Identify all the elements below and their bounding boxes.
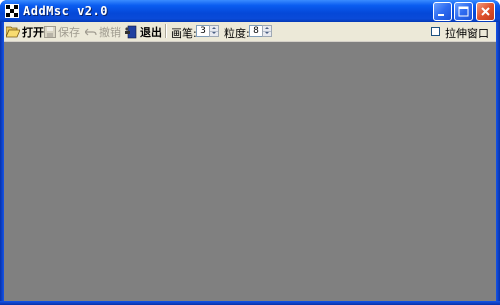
app-grid-icon <box>5 4 19 18</box>
exit-button[interactable]: 退出 <box>125 23 162 40</box>
window-frame-bottom <box>0 301 500 305</box>
maximize-button[interactable] <box>454 2 473 21</box>
minimize-button[interactable] <box>433 2 452 21</box>
save-button[interactable]: 保存 <box>44 23 80 40</box>
brush-label: 画笔: <box>171 27 197 40</box>
save-disk-icon <box>44 25 56 38</box>
granularity-spinner[interactable] <box>262 25 272 37</box>
granularity-spin-down-button[interactable] <box>263 31 271 36</box>
undo-arrow-icon <box>85 28 97 35</box>
client-area: 打开 保存 撤销 退出 画笔: 3 粒度: 8 拉伸窗口 <box>4 22 496 301</box>
granularity-input[interactable]: 8 <box>249 25 263 37</box>
close-button[interactable] <box>476 2 495 21</box>
save-label: 保存 <box>58 25 80 39</box>
exit-label: 退出 <box>140 25 162 39</box>
stretch-window-checkbox[interactable] <box>431 27 440 36</box>
folder-open-icon <box>6 26 20 38</box>
undo-button[interactable]: 撤销 <box>85 23 121 40</box>
maximize-icon <box>458 6 469 17</box>
title-bar[interactable]: AddMsc v2.0 <box>0 0 500 22</box>
brush-size-input[interactable]: 3 <box>196 25 210 37</box>
spin-up-icon <box>265 27 269 29</box>
open-label: 打开 <box>22 25 44 39</box>
spin-down-icon <box>265 32 269 34</box>
app-window: AddMsc v2.0 打开 保存 撤销 退出 画笔: 3 粒度: 8 拉伸窗口 <box>0 0 500 305</box>
close-icon <box>481 7 490 16</box>
brush-size-spinner[interactable] <box>209 25 219 37</box>
brush-spin-down-button[interactable] <box>210 31 218 36</box>
granularity-label: 粒度: <box>224 27 250 40</box>
drawing-canvas[interactable] <box>4 42 496 301</box>
minimize-icon <box>438 14 444 16</box>
spin-down-icon <box>212 32 216 34</box>
exit-door-icon <box>125 25 137 38</box>
open-button[interactable]: 打开 <box>6 23 44 40</box>
toolbar-separator <box>165 24 167 38</box>
spin-up-icon <box>212 27 216 29</box>
undo-label: 撤销 <box>99 25 121 39</box>
stretch-window-label[interactable]: 拉伸窗口 <box>445 25 489 41</box>
toolbar: 打开 保存 撤销 退出 画笔: 3 粒度: 8 拉伸窗口 <box>4 22 496 42</box>
window-frame-right <box>496 22 500 305</box>
window-title: AddMsc v2.0 <box>23 4 108 18</box>
